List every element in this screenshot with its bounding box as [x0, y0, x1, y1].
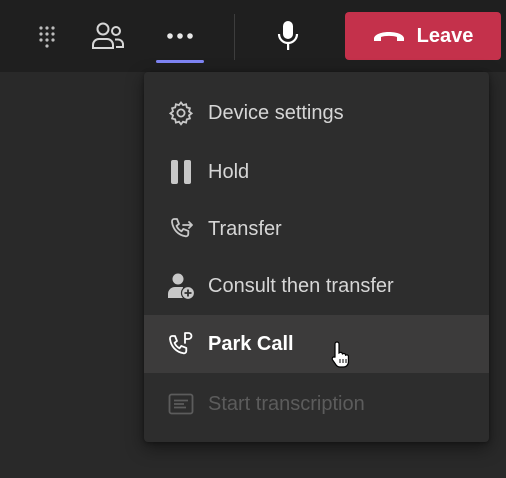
hang-up-icon: [373, 29, 405, 43]
call-toolbar: Leave: [0, 0, 506, 72]
menu-item-label: Transfer: [208, 217, 282, 240]
toolbar-divider: [234, 14, 235, 60]
hand-pointer-cursor-icon: [331, 340, 351, 368]
park-call-icon: [167, 330, 195, 358]
people-icon: [91, 21, 125, 51]
pause-icon: [167, 158, 195, 186]
dialpad-icon: [37, 24, 57, 48]
participants-button[interactable]: [88, 18, 128, 54]
gear-icon: [167, 99, 195, 127]
menu-item-label: Hold: [208, 160, 250, 183]
more-options-menu: Device settings Hold Transfer Consult th…: [144, 72, 489, 442]
menu-item-label: Consult then transfer: [208, 274, 394, 297]
person-add-icon: [167, 272, 195, 300]
leave-label: Leave: [416, 24, 474, 47]
mute-button[interactable]: [268, 18, 308, 54]
menu-item-label: Start transcription: [208, 392, 365, 415]
microphone-icon: [277, 20, 299, 52]
more-options-active-indicator: [156, 60, 204, 63]
menu-item-park-call[interactable]: Park Call: [144, 315, 489, 373]
menu-item-label: Park Call: [208, 332, 294, 355]
menu-item-consult-then-transfer[interactable]: Consult then transfer: [144, 257, 489, 315]
transcript-icon: [167, 390, 195, 418]
more-options-button[interactable]: [160, 18, 200, 54]
dialpad-button[interactable]: [27, 18, 67, 54]
menu-item-start-transcription[interactable]: Start transcription: [144, 375, 489, 433]
transfer-icon: [167, 215, 195, 243]
more-options-icon: [166, 32, 194, 40]
menu-item-label: Device settings: [208, 101, 344, 124]
menu-item-device-settings[interactable]: Device settings: [144, 84, 489, 142]
leave-button[interactable]: Leave: [345, 12, 501, 60]
menu-item-hold[interactable]: Hold: [144, 143, 489, 201]
menu-item-transfer[interactable]: Transfer: [144, 200, 489, 258]
